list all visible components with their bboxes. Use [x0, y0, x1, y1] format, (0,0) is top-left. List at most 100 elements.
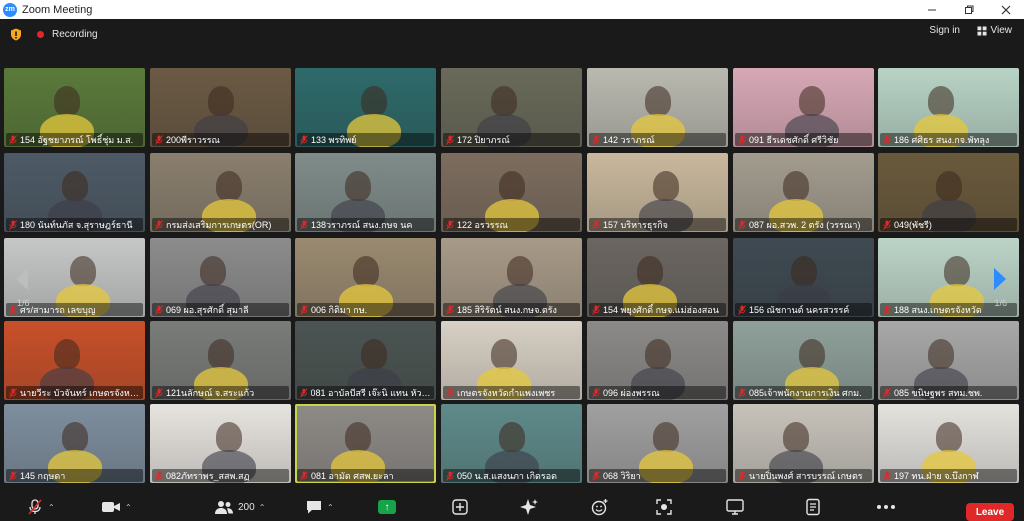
participant-tile[interactable]: 087 ผอ.สวพ. 2 ตรัง (วรรณา): [733, 153, 874, 232]
more-button[interactable]: [876, 498, 896, 516]
microphone-muted-icon: [9, 387, 17, 398]
participants-button[interactable]: 200 ⌃: [214, 498, 265, 516]
meeting-topbar: Recording: [0, 19, 1024, 49]
microphone-muted-icon: [155, 219, 163, 230]
microphone-muted-icon: [300, 387, 308, 398]
participant-tile[interactable]: 156 ณัชกานต์ นครสวรรค์: [733, 238, 874, 317]
microphone-muted-icon: [300, 470, 308, 481]
participant-tile[interactable]: 157 บริหารธุรกิจ: [587, 153, 728, 232]
participant-tile[interactable]: กรมส่งเสริมการเกษตร(OR): [150, 153, 291, 232]
next-page-arrow-icon[interactable]: [988, 264, 1012, 294]
participant-silhouette: [491, 86, 517, 116]
participant-silhouette: [645, 339, 671, 369]
participant-name-bar: 049(พัชรี): [880, 218, 1017, 231]
participant-tile[interactable]: 185 สิริรัตน์ สนง.กษจ.ตรัง: [441, 238, 582, 317]
participant-tile[interactable]: 186 ศศิธร สนง.กจ.พัทลุง: [878, 68, 1019, 147]
participant-tile[interactable]: นายปิ่นพงศ์ สารบรรณ์ เกษตร: [733, 404, 874, 483]
participant-tile[interactable]: 172 ปิยาภรณ์: [441, 68, 582, 147]
participant-name: ศร/สามารถ เลขบุญ: [20, 304, 96, 315]
participant-tile[interactable]: 085 ขนิษฐพร สทม.ชพ.: [878, 321, 1019, 400]
chat-bubble-icon: [307, 501, 321, 514]
participant-tile[interactable]: 154 อัฐชยาภรณ์ โพธิ์ชุ่ม ม.ส.: [4, 68, 145, 147]
participant-name: 081 อามัด ศสพ.ยะลา: [311, 470, 394, 481]
participants-icon: [215, 501, 233, 514]
maximize-button[interactable]: [950, 0, 987, 19]
participant-tile[interactable]: 121นลักษณ์ จ.สระแก้ว: [150, 321, 291, 400]
microphone-muted-icon: [300, 134, 308, 145]
reactions-button[interactable]: [591, 498, 609, 516]
participant-tile[interactable]: นายวีระ บัวจันทร์ เกษตรจังหวัด: [4, 321, 145, 400]
participant-tile[interactable]: 085เจ้าพนักงานการเงิน ศกม.: [733, 321, 874, 400]
participant-name-bar: นายปิ่นพงศ์ สารบรรณ์ เกษตร: [735, 469, 872, 482]
participant-tile[interactable]: 082ภัทราพร_สสพ.สฏ: [150, 404, 291, 483]
participant-name-bar: 081 อามัด ศสพ.ยะลา: [297, 469, 434, 482]
mute-button[interactable]: ⌃: [26, 498, 55, 516]
participant-tile[interactable]: 081 อาบัลบีสรี เจ๊ะนิ แทน หัวหน้า: [295, 321, 436, 400]
participant-silhouette: [499, 422, 525, 452]
participant-tile[interactable]: 180 นันท์นภัส จ.สุราษฎร์ธานี: [4, 153, 145, 232]
ai-companion-button[interactable]: [519, 498, 539, 516]
video-button[interactable]: ⌃: [101, 498, 132, 516]
recording-label[interactable]: Recording: [52, 29, 98, 40]
participant-tile[interactable]: 006 กิติมา กษ.: [295, 238, 436, 317]
participant-tile[interactable]: 145 กฤษดา: [4, 404, 145, 483]
participant-silhouette: [936, 422, 962, 452]
participant-tile[interactable]: 200พีราวรรณ: [150, 68, 291, 147]
participant-tile[interactable]: 049(พัชรี): [878, 153, 1019, 232]
participant-tile[interactable]: เกษตรจังหวัดกำแพงเพชร: [441, 321, 582, 400]
participant-tile[interactable]: 138วราภรณ์ สนง.กษจ นค: [295, 153, 436, 232]
apps-icon: [452, 499, 468, 515]
chevron-up-icon[interactable]: ⌃: [125, 503, 132, 512]
participant-tile[interactable]: 069 ผอ.สุรศักดิ์ สุมาลี: [150, 238, 291, 317]
participant-silhouette: [928, 339, 954, 369]
participant-name-bar: 068 วิริยา: [589, 469, 726, 482]
microphone-muted-icon: [9, 470, 17, 481]
participant-name: 172 ปิยาภรณ์: [457, 134, 510, 145]
participant-name-bar: เกษตรจังหวัดกำแพงเพชร: [443, 386, 580, 399]
participant-name-bar: 121นลักษณ์ จ.สระแก้ว: [152, 386, 289, 399]
minimize-button[interactable]: [913, 0, 950, 19]
participant-silhouette: [54, 86, 80, 116]
participant-tile[interactable]: 122 อรวรรณ: [441, 153, 582, 232]
participant-tile[interactable]: 142 วราภรณ์: [587, 68, 728, 147]
participant-tile[interactable]: 154 พยุงศักดิ์ กษจ.แม่ฮ่องสอน: [587, 238, 728, 317]
participant-silhouette: [645, 86, 671, 116]
participant-tile[interactable]: 068 วิริยา: [587, 404, 728, 483]
participant-silhouette: [507, 256, 533, 286]
sign-in-link[interactable]: Sign in: [929, 25, 960, 36]
participant-tile[interactable]: 091 ธีรเดชศักดิ์ ศรีวิชัย: [733, 68, 874, 147]
participant-silhouette: [799, 339, 825, 369]
participant-tile[interactable]: 050 น.ส.แสงนภา เกิดรอด: [441, 404, 582, 483]
previous-page-arrow-icon[interactable]: [10, 264, 34, 294]
notes-button[interactable]: [805, 498, 821, 516]
leave-button[interactable]: Leave: [966, 503, 1014, 521]
record-button[interactable]: [655, 498, 673, 516]
participant-silhouette: [928, 86, 954, 116]
participant-silhouette: [791, 256, 817, 286]
participant-tile[interactable]: 197 ทน.ฝ่าย จ.บึงกาฬ: [878, 404, 1019, 483]
microphone-muted-icon: [155, 304, 163, 315]
close-button[interactable]: [987, 0, 1024, 19]
chevron-up-icon[interactable]: ⌃: [48, 503, 55, 512]
whiteboards-button[interactable]: [725, 498, 745, 516]
security-shield-icon[interactable]: [10, 28, 22, 41]
participant-tile[interactable]: 096 ผ่องพรรณ: [587, 321, 728, 400]
participant-name: 186 ศศิธร สนง.กจ.พัทลุง: [894, 134, 990, 145]
chat-button[interactable]: ⌃: [305, 498, 334, 516]
apps-button[interactable]: [451, 498, 469, 516]
participant-tile[interactable]: 133 พรทิพย์: [295, 68, 436, 147]
chevron-up-icon[interactable]: ⌃: [259, 503, 266, 512]
microphone-muted-icon: [446, 470, 454, 481]
participant-name-bar: 200พีราวรรณ: [152, 133, 289, 146]
participant-name: นายปิ่นพงศ์ สารบรรณ์ เกษตร: [749, 470, 863, 481]
participant-name-bar: 091 ธีรเดชศักดิ์ ศรีวิชัย: [735, 133, 872, 146]
participant-tile[interactable]: 081 อามัด ศสพ.ยะลา: [295, 404, 436, 483]
share-screen-button[interactable]: ↑: [378, 498, 396, 516]
notes-icon: [806, 498, 820, 516]
chevron-up-icon[interactable]: ⌃: [327, 503, 334, 512]
participant-silhouette: [216, 171, 242, 201]
participant-name-bar: 197 ทน.ฝ่าย จ.บึงกาฬ: [880, 469, 1017, 482]
participant-name-bar: 154 พยุงศักดิ์ กษจ.แม่ฮ่องสอน: [589, 303, 726, 316]
view-button[interactable]: View: [977, 25, 1012, 36]
microphone-muted-icon: [738, 304, 746, 315]
